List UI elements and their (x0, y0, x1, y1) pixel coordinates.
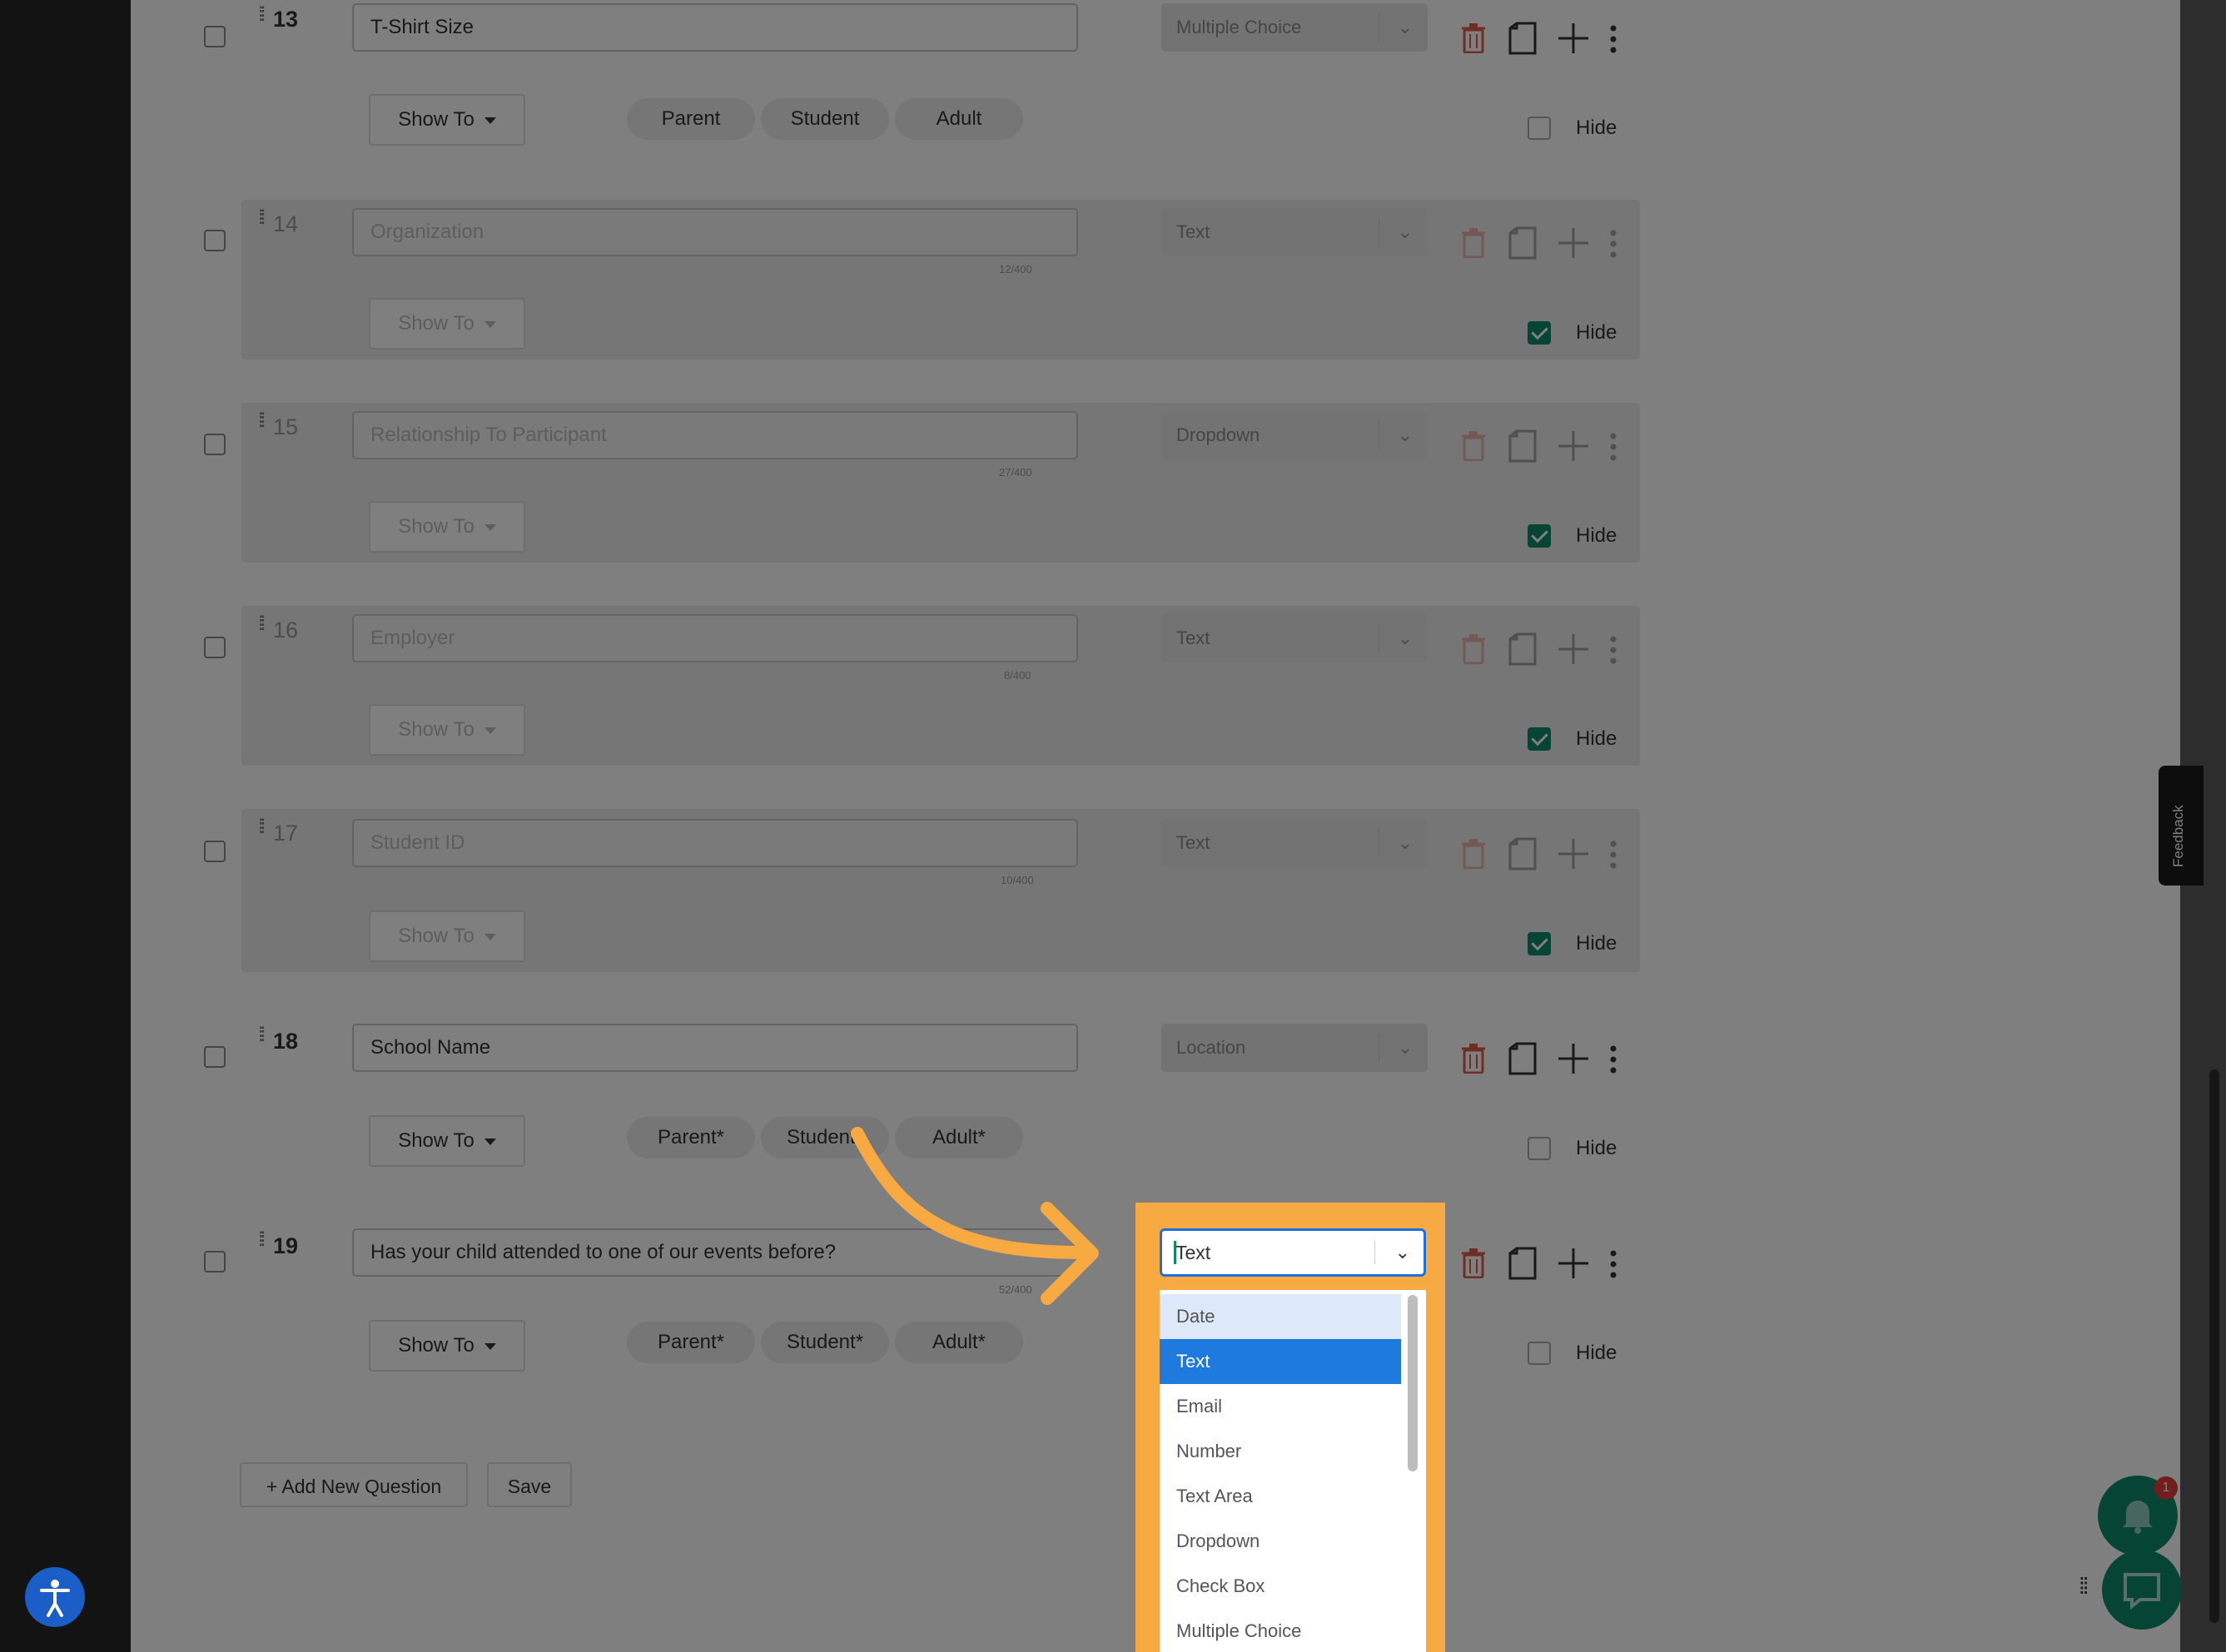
arrow-annotation (851, 1127, 1099, 1305)
